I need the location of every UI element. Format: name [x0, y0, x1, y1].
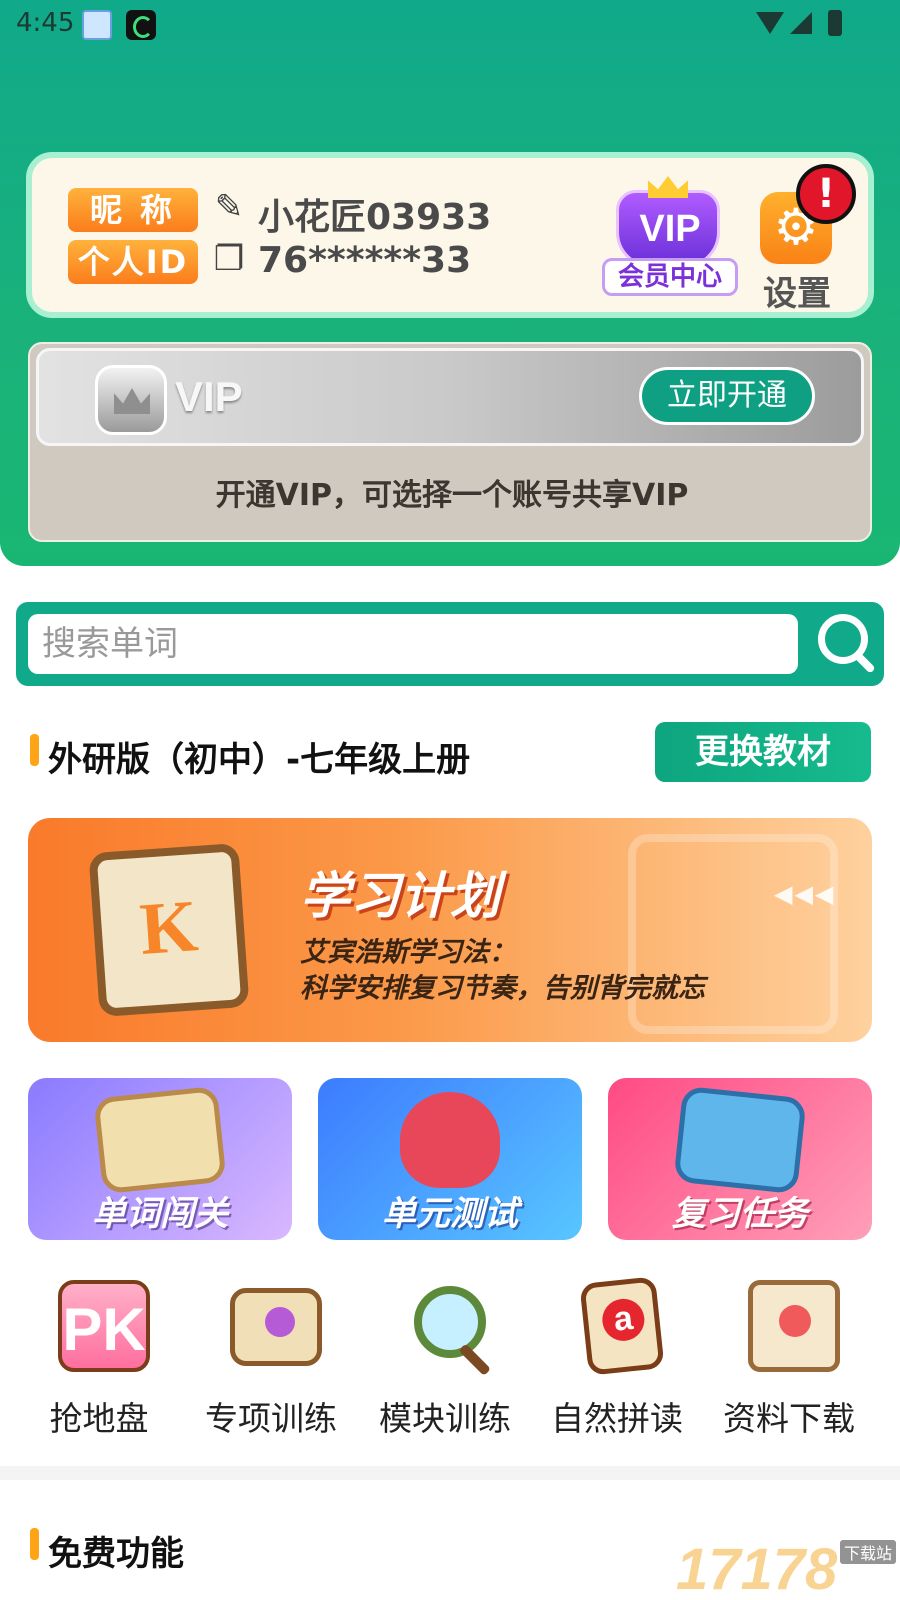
- watermark-logo: 17178 下载站: [676, 1536, 900, 1600]
- notification-moon-icon: [126, 10, 156, 40]
- status-bar: 4:45: [0, 0, 900, 48]
- feature-label: 资料下载: [723, 1399, 855, 1438]
- vip-description: 开通VIP，可选择一个账号共享VIP: [215, 478, 689, 513]
- study-book-letter: K: [137, 885, 201, 971]
- user-id-tag: 个人ID: [68, 240, 198, 284]
- vip-center-word: VIP: [639, 208, 701, 250]
- open-book-icon: [230, 1288, 322, 1366]
- feature-label: 专项训练: [205, 1399, 337, 1438]
- watermark-number: 17178: [676, 1537, 838, 1600]
- search-bar: [16, 602, 884, 686]
- free-features-title: 免费功能: [48, 1534, 184, 1574]
- alert-badge: !: [796, 164, 856, 224]
- section-divider: [0, 1466, 900, 1480]
- watermark-tag: 下载站: [840, 1540, 897, 1564]
- vip-center-button[interactable]: VIP 会员中心: [602, 172, 738, 298]
- vip-crown-badge-icon: [95, 365, 167, 435]
- crown-icon: [648, 176, 688, 198]
- review-book-icon: [673, 1085, 807, 1195]
- letter-card-icon: [579, 1276, 665, 1376]
- pk-icon: PK: [58, 1280, 150, 1372]
- study-plan-title: 学习计划: [300, 867, 500, 925]
- vip-card: VIP 立即开通 开通VIP，可选择一个账号共享VIP: [28, 342, 872, 542]
- user-id-value: 76******33: [258, 240, 472, 281]
- profile-card: 昵称 个人ID ✎ ❐ 小花匠03933 76******33 VIP 会员中心…: [26, 152, 874, 318]
- nickname-tag: 昵称: [68, 188, 198, 232]
- feature-download[interactable]: 资料下载: [704, 1280, 874, 1438]
- feature-label: 抢地盘: [49, 1399, 149, 1438]
- feature-special-training[interactable]: 专项训练: [186, 1280, 356, 1438]
- search-icon[interactable]: [816, 612, 880, 676]
- wifi-icon: [756, 12, 784, 34]
- cell-signal-icon: [790, 12, 812, 34]
- search-input[interactable]: [28, 614, 798, 674]
- section-accent-bar: [30, 734, 39, 766]
- vip-banner-text: VIP: [175, 373, 243, 420]
- study-plan-banner[interactable]: K 学习计划 艾宾浩斯学习法： 科学安排复习节奏，告别背完就忘 ◀◀◀: [28, 818, 872, 1042]
- feature-label: 模块训练: [379, 1399, 511, 1438]
- map-scroll-icon: [93, 1085, 227, 1195]
- study-plan-subtitle-2: 科学安排复习节奏，告别背完就忘: [300, 973, 705, 1004]
- tile-label: 单词闯关: [92, 1194, 228, 1234]
- tile-word-challenge[interactable]: 单词闯关: [28, 1078, 292, 1240]
- tile-unit-test[interactable]: 单元测试: [318, 1078, 582, 1240]
- textbook-title: 外研版（初中）-七年级上册: [48, 740, 471, 780]
- arrows-icon: ◀◀◀: [774, 880, 836, 908]
- notification-app-icon: [82, 10, 112, 40]
- battery-icon: [828, 10, 842, 36]
- download-scroll-icon: [748, 1280, 840, 1372]
- section-accent-bar: [30, 1528, 39, 1560]
- settings-button[interactable]: ⚙ ! 设置: [750, 164, 860, 314]
- vip-banner: VIP 立即开通: [36, 348, 864, 446]
- study-plan-subtitle-1: 艾宾浩斯学习法：: [300, 937, 516, 968]
- magnifier-icon: [404, 1280, 496, 1372]
- edit-icon[interactable]: ✎: [210, 188, 248, 226]
- tile-label: 复习任务: [672, 1194, 808, 1234]
- tile-review-task[interactable]: 复习任务: [608, 1078, 872, 1240]
- study-book-icon: K: [88, 842, 250, 1018]
- copy-icon[interactable]: ❐: [210, 240, 248, 278]
- feature-territory[interactable]: PK 抢地盘: [14, 1280, 184, 1438]
- feature-label: 自然拼读: [551, 1399, 683, 1438]
- settings-label: 设置: [763, 274, 831, 314]
- tile-label: 单元测试: [382, 1194, 518, 1234]
- vip-center-label: 会员中心: [602, 258, 738, 296]
- monster-icon: [400, 1092, 500, 1188]
- nickname-value: 小花匠03933: [258, 197, 492, 238]
- feature-module-training[interactable]: 模块训练: [360, 1280, 530, 1438]
- status-time: 4:45: [16, 8, 75, 38]
- feature-phonics[interactable]: 自然拼读: [532, 1276, 702, 1438]
- change-textbook-button[interactable]: 更换教材: [655, 722, 871, 782]
- activate-vip-button[interactable]: 立即开通: [639, 367, 815, 425]
